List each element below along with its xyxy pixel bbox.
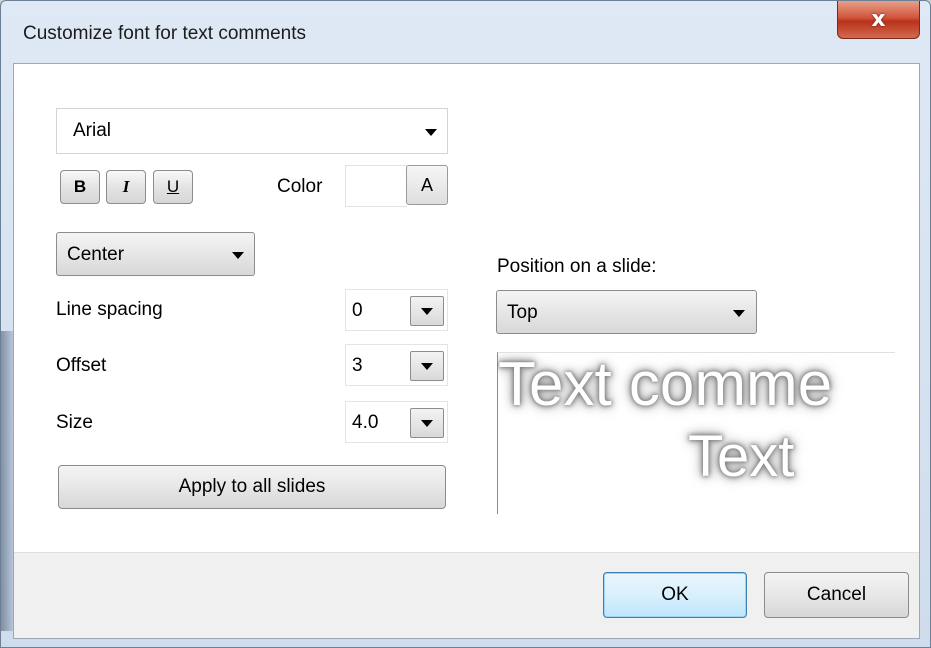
ok-label: OK [661, 584, 689, 605]
italic-button[interactable]: I [106, 170, 146, 204]
ok-button[interactable]: OK [603, 572, 747, 618]
background-edge [1, 331, 13, 631]
italic-icon: I [122, 177, 130, 196]
bold-button[interactable]: B [60, 170, 100, 204]
font-family-select[interactable]: Arial [56, 108, 448, 154]
line-spacing-field[interactable]: 0 [345, 289, 448, 331]
apply-to-all-slides-label: Apply to all slides [178, 476, 326, 497]
alignment-value: Center [67, 244, 125, 265]
size-field[interactable]: 4.0 [345, 401, 448, 443]
size-value: 4.0 [352, 412, 379, 433]
chevron-down-icon [232, 252, 244, 259]
close-button[interactable]: x [837, 1, 920, 39]
chevron-down-icon [421, 420, 433, 427]
preview-text-line1: Text comme [498, 352, 833, 419]
preview-text-line2: Text [688, 424, 795, 489]
cancel-label: Cancel [806, 584, 867, 605]
chevron-down-icon [421, 363, 433, 370]
color-picker-button[interactable]: A [406, 165, 448, 205]
underline-button[interactable]: U [153, 170, 193, 204]
dialog-window: Customize font for text comments x Arial… [0, 0, 931, 648]
color-swatch [345, 165, 407, 207]
position-label: Position on a slide: [497, 256, 657, 277]
apply-to-all-slides-button[interactable]: Apply to all slides [58, 465, 446, 509]
size-dropdown-button[interactable] [410, 408, 444, 438]
underline-icon: U [166, 177, 180, 196]
bold-icon: B [73, 177, 87, 196]
position-value: Top [507, 302, 538, 323]
text-preview: Text comme Text [497, 352, 895, 514]
offset-dropdown-button[interactable] [410, 351, 444, 381]
color-label: Color [277, 176, 323, 197]
chevron-down-icon [425, 129, 437, 136]
offset-field[interactable]: 3 [345, 344, 448, 386]
line-spacing-label: Line spacing [56, 299, 163, 320]
position-dropdown[interactable]: Top [496, 290, 757, 334]
size-label: Size [56, 412, 93, 433]
offset-value: 3 [352, 355, 363, 376]
cancel-button[interactable]: Cancel [764, 572, 909, 618]
line-spacing-value: 0 [352, 300, 363, 321]
line-spacing-dropdown-button[interactable] [410, 296, 444, 326]
font-color-icon: A [420, 174, 433, 195]
close-icon: x [871, 7, 886, 32]
dialog-title: Customize font for text comments [23, 23, 306, 44]
dialog-content: Arial B I U Color A Center Line spacing … [13, 63, 920, 639]
offset-label: Offset [56, 355, 107, 376]
chevron-down-icon [421, 308, 433, 315]
chevron-down-icon [733, 310, 745, 317]
alignment-dropdown[interactable]: Center [56, 232, 255, 276]
font-family-value: Arial [73, 120, 112, 141]
